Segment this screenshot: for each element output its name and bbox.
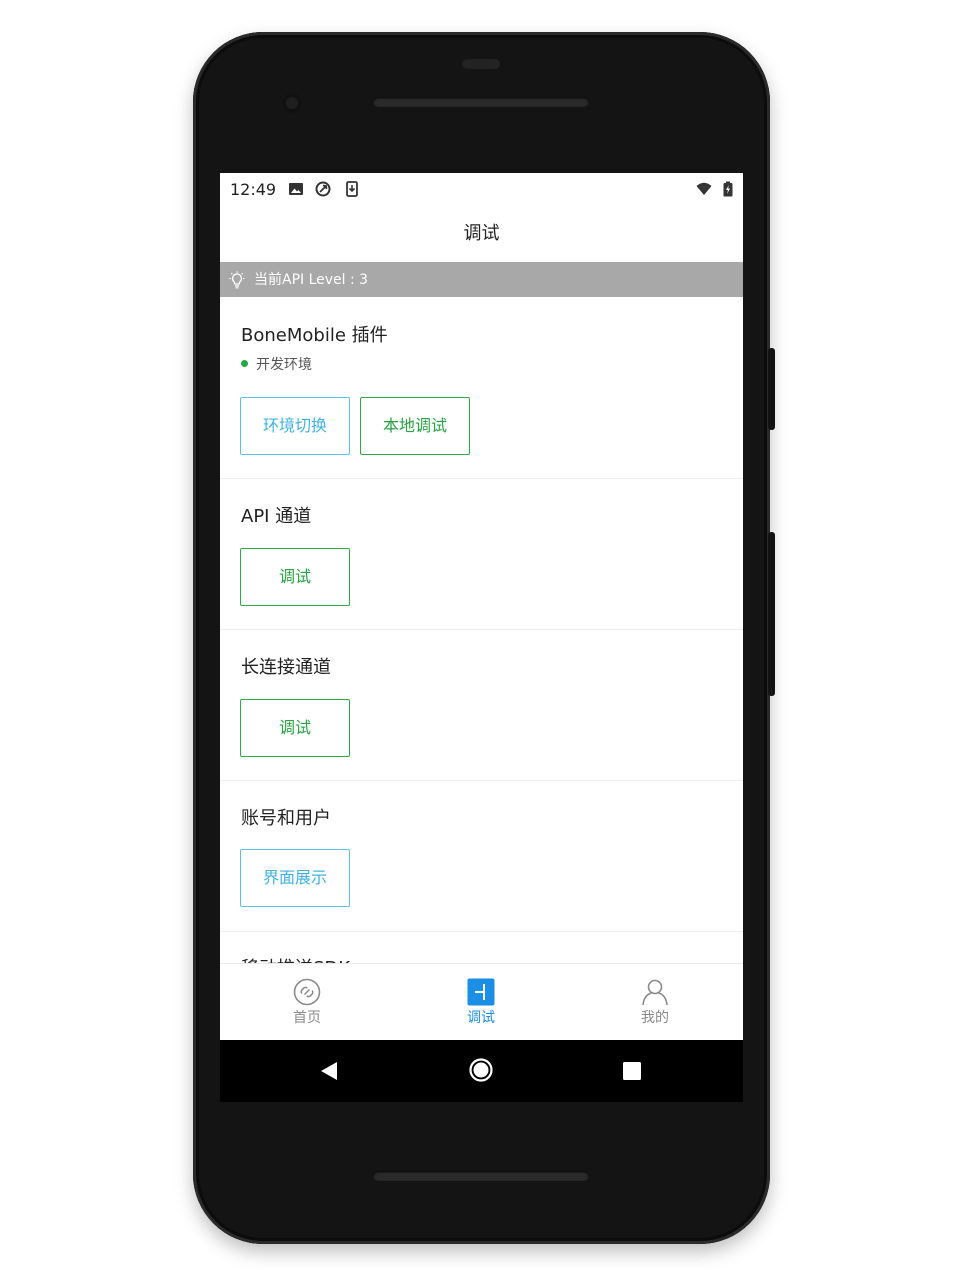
top-sensor: [462, 59, 500, 69]
section-title: API 通道: [241, 506, 312, 527]
section-title: 账号和用户: [241, 808, 331, 829]
environment-status: 开发环境: [241, 354, 312, 374]
image-icon: [289, 183, 303, 195]
page-title: 调试: [463, 223, 500, 244]
debug-list[interactable]: BoneMobile 插件 开发环境 环境切换 本地调试 API 通道 调试 长…: [220, 297, 743, 963]
api-level-text: 当前API Level : 3: [254, 272, 369, 288]
section-title: 长连接通道: [241, 657, 331, 678]
volume-button: [768, 532, 775, 696]
tab-label: 我的: [641, 1010, 669, 1026]
switch-environment-button[interactable]: 环境切换: [240, 397, 350, 455]
tab-label: 首页: [293, 1010, 321, 1026]
battery-icon: [723, 181, 733, 197]
environment-label: 开发环境: [256, 357, 312, 373]
lightbulb-icon: [229, 271, 245, 289]
user-icon: [642, 979, 668, 1006]
back-icon[interactable]: [319, 1061, 339, 1081]
section-account-user: 账号和用户 界面展示: [220, 781, 743, 932]
section-long-connection: 长连接通道 调试: [220, 630, 743, 781]
status-dot: [241, 359, 248, 367]
earpiece-speaker: [373, 97, 589, 107]
api-level-notice: 当前API Level : 3: [220, 262, 743, 297]
system-nav-bar: [220, 1040, 743, 1102]
wifi-icon: [696, 182, 712, 195]
api-channel-debug-button[interactable]: 调试: [240, 548, 350, 606]
section-bonemobile-plugin: BoneMobile 插件 开发环境 环境切换 本地调试: [220, 297, 743, 479]
recents-icon[interactable]: [622, 1061, 642, 1081]
phone-screen: 12:49 调试 当前API Level : 3 BoneMobile 插件 开…: [220, 173, 743, 1102]
tab-label: 调试: [467, 1010, 495, 1026]
power-button: [768, 348, 775, 430]
front-camera: [282, 93, 302, 113]
title-bar: 调试: [220, 207, 743, 261]
status-time: 12:49: [230, 180, 277, 199]
long-connection-debug-button[interactable]: 调试: [240, 699, 350, 757]
local-debug-button[interactable]: 本地调试: [360, 397, 470, 455]
status-bar: 12:49: [220, 173, 743, 207]
tab-debug[interactable]: 调试: [394, 964, 568, 1041]
download-icon: [346, 181, 358, 197]
ui-display-button[interactable]: 界面展示: [240, 849, 350, 907]
tab-home[interactable]: 首页: [220, 964, 394, 1041]
section-title: BoneMobile 插件: [241, 325, 388, 346]
debug-icon: [467, 978, 495, 1006]
home-link-icon: [293, 978, 321, 1006]
home-icon[interactable]: [469, 1058, 493, 1082]
tab-profile[interactable]: 我的: [568, 964, 742, 1041]
section-title: 移动推送SDK: [241, 954, 350, 963]
sync-icon: [315, 181, 331, 197]
section-mobile-push-sdk: 移动推送SDK: [220, 932, 743, 963]
bottom-speaker: [373, 1171, 589, 1181]
section-api-channel: API 通道 调试: [220, 479, 743, 630]
tab-bar: 首页 调试 我的: [220, 963, 743, 1041]
